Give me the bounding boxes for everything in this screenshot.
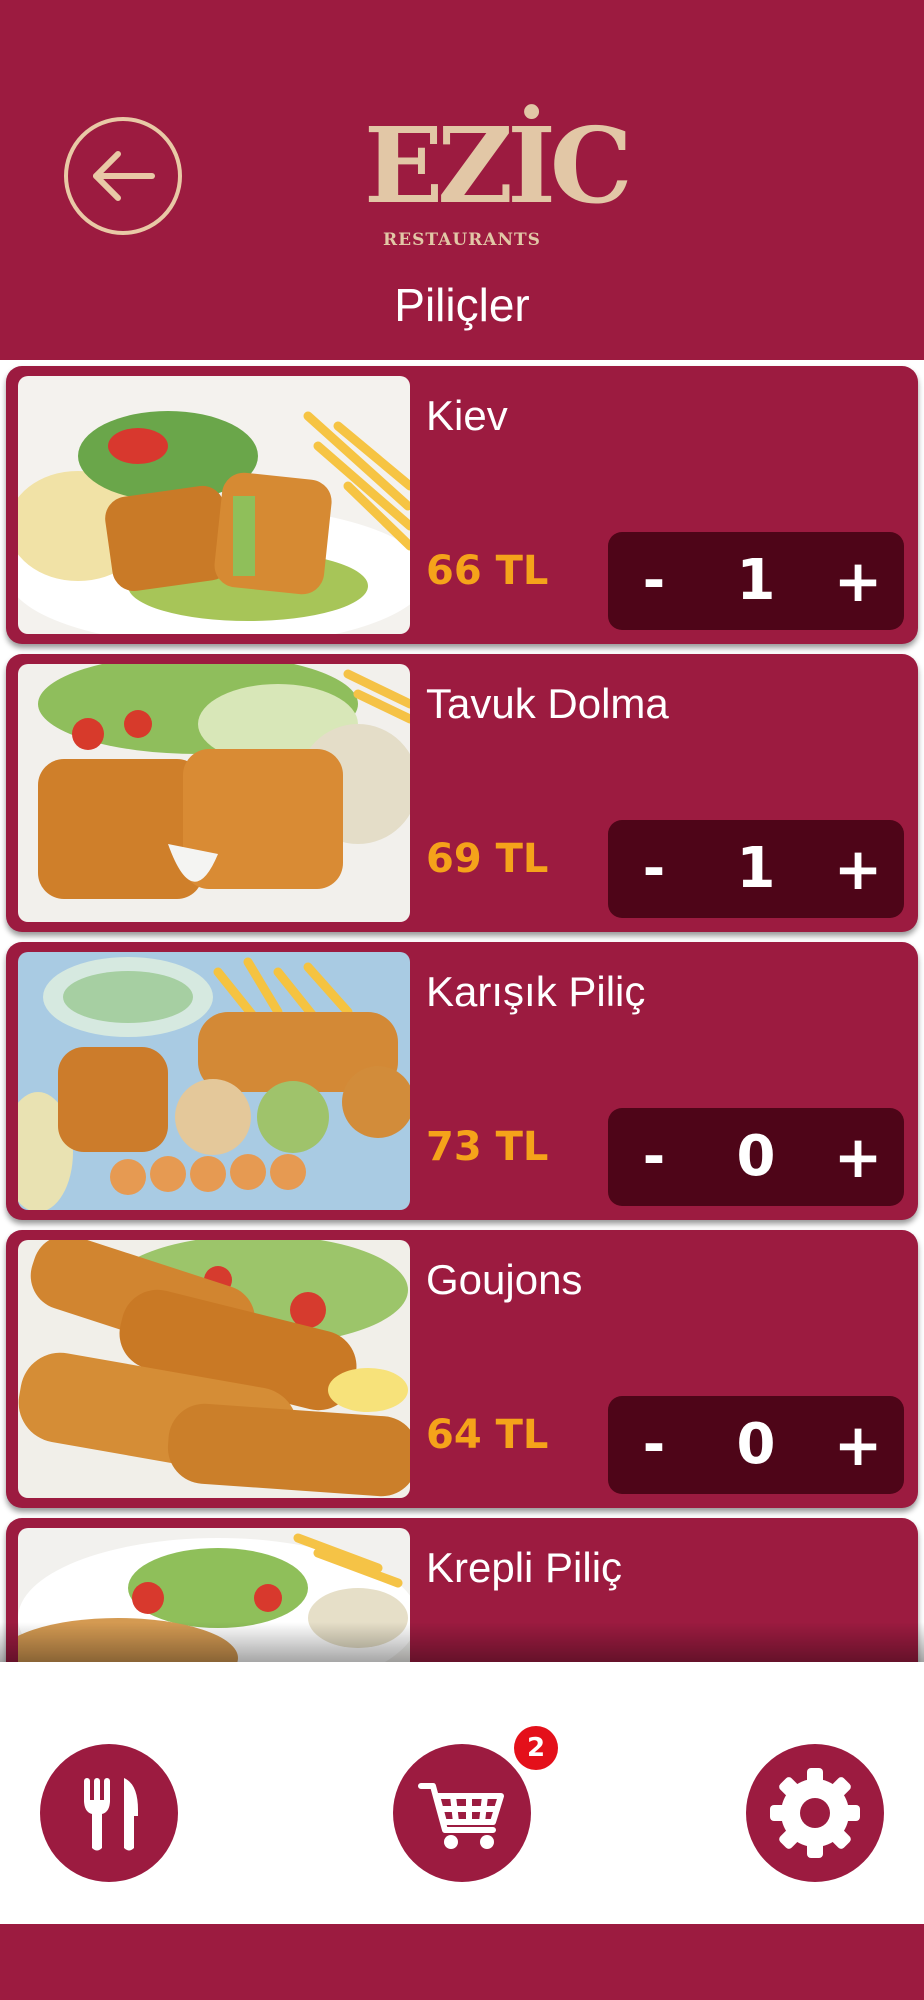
product-name: Tavuk Dolma [426, 680, 669, 727]
page-title: Piliçler [394, 279, 530, 331]
product-image [18, 952, 410, 1210]
bottom-bar [0, 1924, 924, 2000]
menu-button[interactable] [40, 1744, 178, 1882]
increase-button[interactable]: + [828, 1124, 888, 1190]
logo-text: EZİC [364, 104, 633, 227]
product-card[interactable]: Goujons 64 TL - 0 + [6, 1230, 918, 1508]
product-name: Kiev [426, 392, 508, 439]
decrease-button[interactable]: - [624, 1412, 684, 1478]
logo-subtext: RESTAURANTS [383, 230, 541, 250]
settings-button[interactable] [746, 1744, 884, 1882]
increase-button[interactable]: + [828, 548, 888, 614]
quantity-value: 1 [736, 836, 776, 901]
quantity-value: 0 [736, 1412, 776, 1477]
product-name: Krepli Piliç [426, 1544, 623, 1591]
product-image [18, 1240, 410, 1498]
product-image [18, 664, 410, 922]
quantity-stepper: - 1 + [608, 820, 904, 918]
arrow-left-icon [93, 151, 155, 201]
product-card[interactable]: Krepli Piliç [6, 1518, 918, 1662]
product-image [18, 1528, 410, 1662]
product-price: 73 TL [426, 1124, 549, 1170]
decrease-button[interactable]: - [624, 836, 684, 902]
product-name: Karışık Piliç [426, 968, 646, 1015]
decrease-button[interactable]: - [624, 1124, 684, 1190]
product-list[interactable]: Kiev 66 TL - 1 + Tavuk Dolma 69 TL - 1 +… [0, 360, 924, 1662]
product-name: Goujons [426, 1256, 583, 1303]
back-button[interactable] [64, 117, 182, 235]
quantity-stepper: - 1 + [608, 532, 904, 630]
cart-button[interactable] [393, 1744, 531, 1882]
quantity-value: 0 [736, 1124, 776, 1189]
product-price: 66 TL [426, 548, 549, 594]
product-card[interactable]: Karışık Piliç 73 TL - 0 + [6, 942, 918, 1220]
product-image [18, 376, 410, 634]
quantity-stepper: - 0 + [608, 1108, 904, 1206]
quantity-value: 1 [736, 548, 776, 613]
header: EZİC RESTAURANTS Piliçler [0, 0, 924, 360]
product-card[interactable]: Kiev 66 TL - 1 + [6, 366, 918, 644]
product-price: 64 TL [426, 1412, 549, 1458]
decrease-button[interactable]: - [624, 548, 684, 614]
bottom-navigation: 2 [0, 1662, 924, 1924]
product-price: 69 TL [426, 836, 549, 882]
increase-button[interactable]: + [828, 836, 888, 902]
quantity-stepper: - 0 + [608, 1396, 904, 1494]
restaurant-logo: EZİC RESTAURANTS [364, 96, 633, 256]
product-card[interactable]: Tavuk Dolma 69 TL - 1 + [6, 654, 918, 932]
fork-knife-icon [84, 1778, 138, 1851]
cart-count-badge: 2 [514, 1726, 558, 1770]
shopping-cart-icon [418, 1783, 504, 1849]
increase-button[interactable]: + [828, 1412, 888, 1478]
gear-icon [770, 1768, 860, 1858]
